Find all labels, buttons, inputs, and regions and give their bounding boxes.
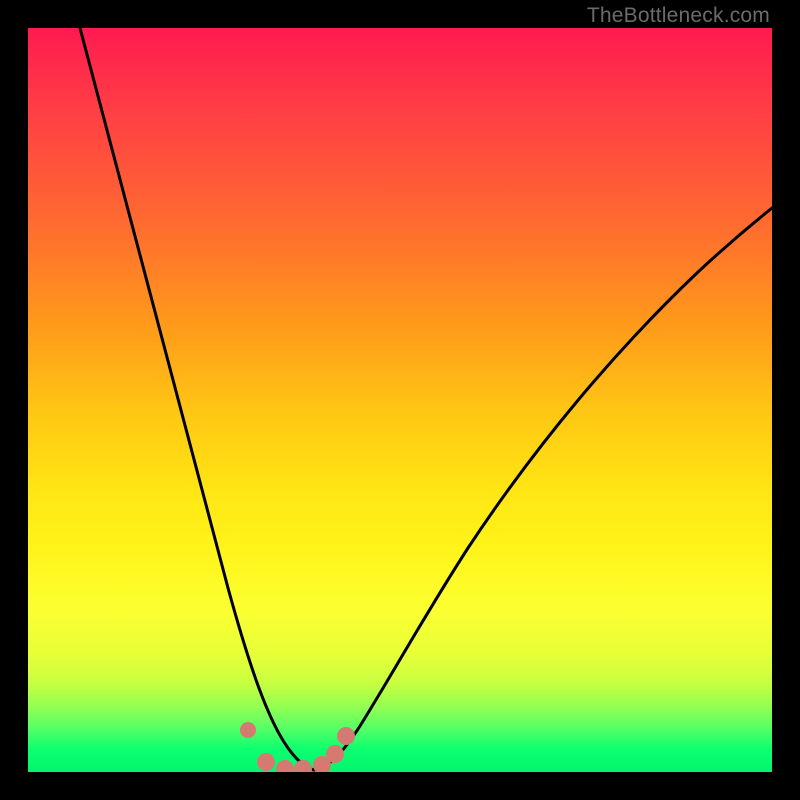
left-curve [80,28,314,770]
valley-dot [257,753,275,771]
valley-dot [276,760,294,772]
valley-dot [326,745,344,763]
valley-marker-group [240,722,355,772]
plot-frame [28,28,772,772]
curve-layer [28,28,772,772]
valley-dot [240,722,256,738]
valley-dot [337,727,355,745]
right-curve [314,208,772,770]
valley-dot [294,760,312,772]
watermark-text: TheBottleneck.com [587,4,770,28]
